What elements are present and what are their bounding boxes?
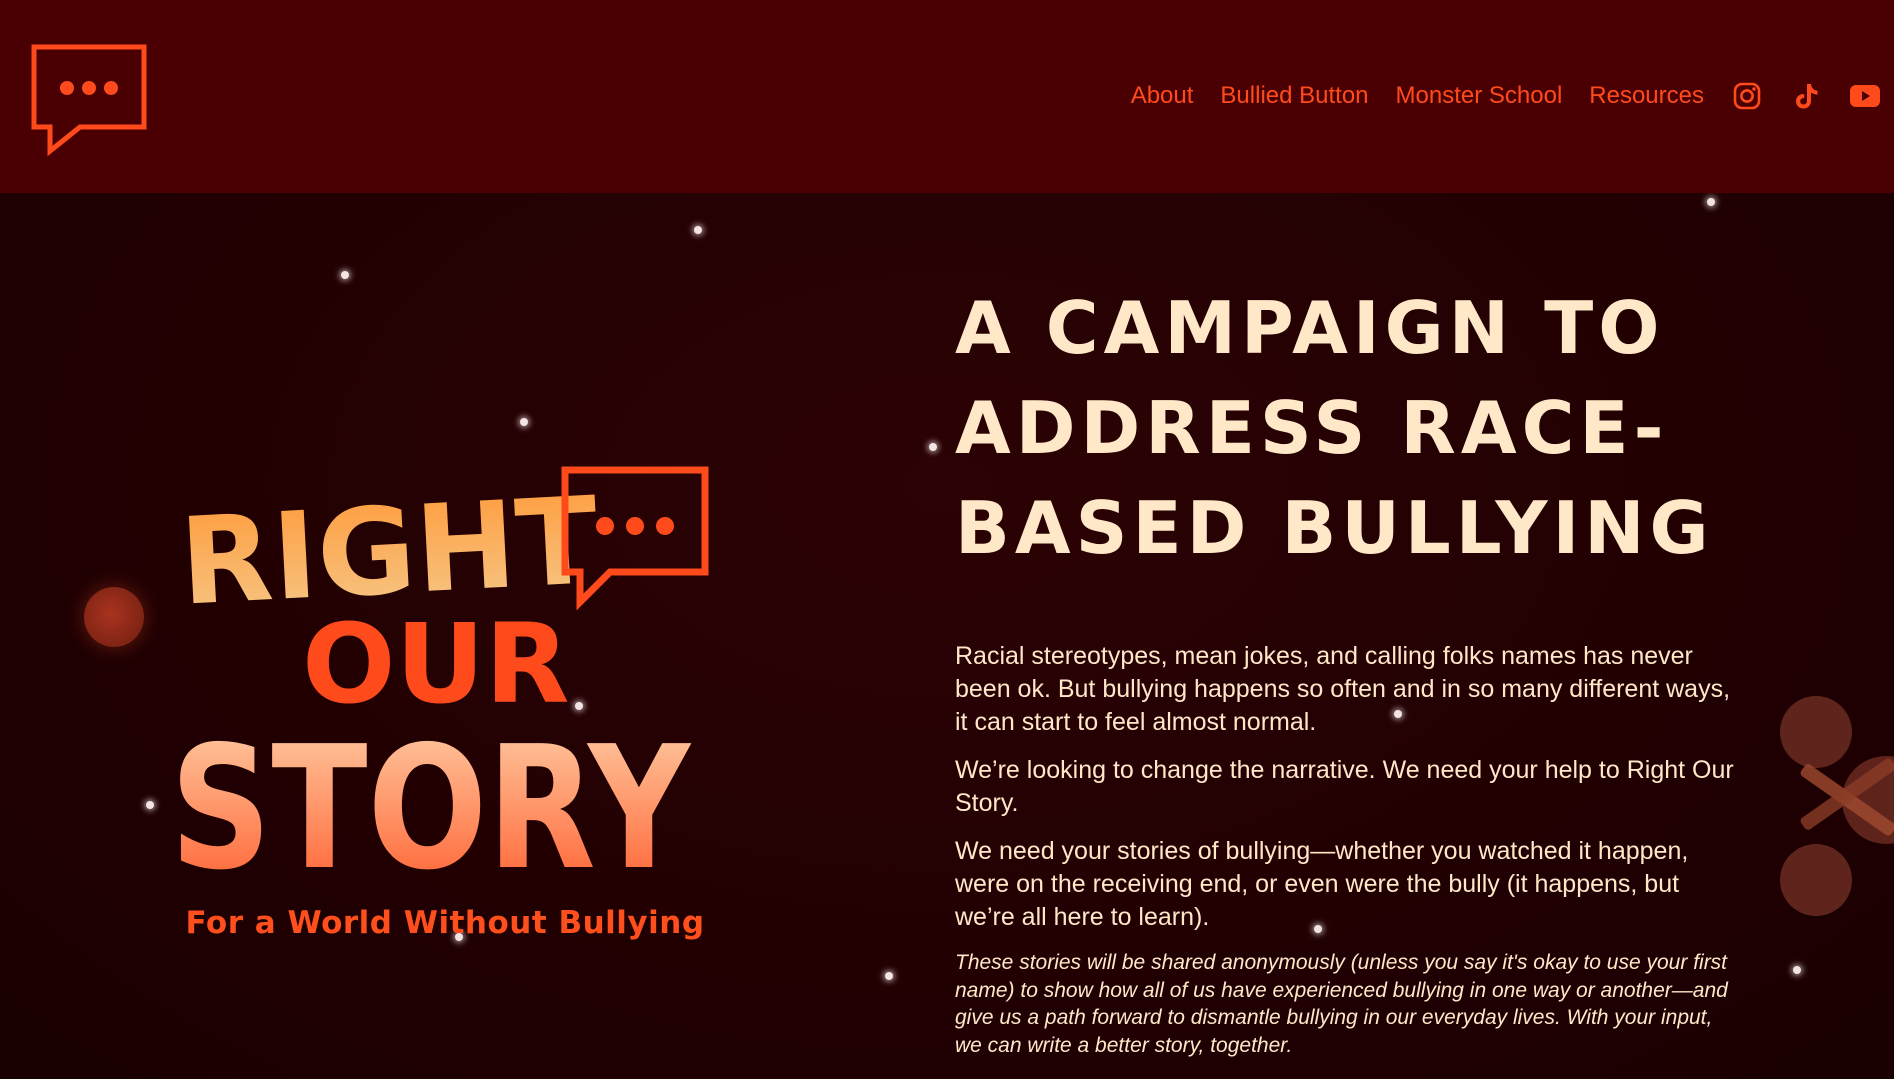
right-our-story-logo: RIGHT OUR STORY xyxy=(170,466,709,908)
page-title: A CAMPAIGN TO ADDRESS RACE- BASED BULLYI… xyxy=(955,278,1715,578)
instagram-icon[interactable] xyxy=(1731,80,1763,112)
logo-word-story: STORY xyxy=(170,710,692,908)
satellite-icon xyxy=(1780,696,1894,916)
logo-word-our: OUR xyxy=(302,600,570,728)
intro-copy: Racial stereotypes, mean jokes, and call… xyxy=(955,640,1735,1074)
star-decoration xyxy=(694,226,702,234)
nav-link-bullied-button[interactable]: Bullied Button xyxy=(1220,82,1368,110)
headline-line: A CAMPAIGN TO xyxy=(955,286,1665,370)
site-header: About Bullied Button Monster School Reso… xyxy=(0,0,1894,193)
speech-bubble-dots-icon[interactable] xyxy=(30,43,150,158)
tiktok-icon[interactable] xyxy=(1790,80,1822,112)
intro-paragraph: We need your stories of bullying—whether… xyxy=(955,837,1689,931)
anonymity-note: These stories will be shared anonymously… xyxy=(955,951,1728,1057)
star-decoration xyxy=(1707,198,1715,206)
hero-tagline: For a World Without Bullying xyxy=(185,905,705,941)
star-decoration xyxy=(146,801,154,809)
star-decoration xyxy=(929,443,937,451)
star-decoration xyxy=(1793,966,1801,974)
headline-line: BASED BULLYING xyxy=(955,486,1714,570)
intro-paragraph: We’re looking to change the narrative. W… xyxy=(955,756,1734,817)
youtube-icon[interactable] xyxy=(1849,80,1881,112)
nav-link-monster-school[interactable]: Monster School xyxy=(1396,82,1563,110)
planet-decoration xyxy=(84,587,144,647)
nav-link-about[interactable]: About xyxy=(1131,82,1194,110)
star-decoration xyxy=(341,271,349,279)
page: About Bullied Button Monster School Reso… xyxy=(0,0,1894,1079)
nav-link-resources[interactable]: Resources xyxy=(1589,82,1704,110)
intro-paragraph: Racial stereotypes, mean jokes, and call… xyxy=(955,642,1731,736)
star-decoration xyxy=(520,418,528,426)
main-nav: About Bullied Button Monster School Reso… xyxy=(1131,76,1894,116)
headline-line: ADDRESS RACE- xyxy=(955,386,1669,470)
star-decoration xyxy=(885,972,893,980)
